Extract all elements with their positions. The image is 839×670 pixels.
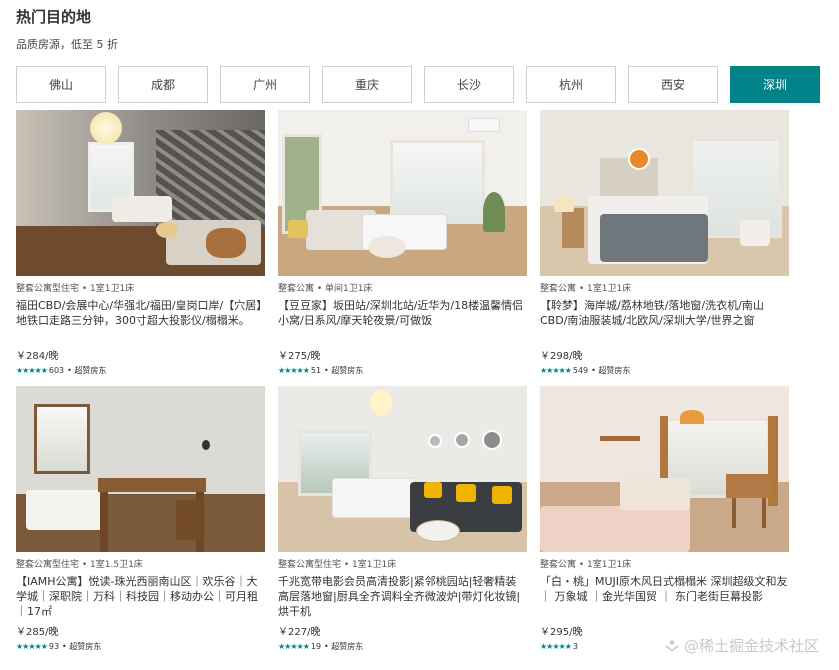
listing-price: ￥227/晚 — [278, 627, 321, 638]
listing-meta: 整套公寓型住宅 • 1室1卫1床 — [278, 560, 397, 570]
page-title: 热门目的地 — [16, 8, 92, 26]
city-tabs: 佛山 成都 广州 重庆 长沙 杭州 西安 深圳 — [16, 66, 820, 103]
page-subtitle: 品质房源，低至 5 折 — [16, 38, 118, 51]
listing-photo[interactable] — [278, 386, 527, 552]
listing-title[interactable]: 「白・桃」MUJI原木风日式榻榻米 深圳超级文和友 ｜ 万象城 ｜金光华国贸 ｜… — [540, 574, 789, 619]
tab-xian[interactable]: 西安 — [628, 66, 718, 103]
host-badge: • 超赞房东 — [324, 641, 364, 651]
listing-rating: ★★★★★ 93 • 超赞房东 — [16, 641, 265, 651]
tab-chongqing[interactable]: 重庆 — [322, 66, 412, 103]
listing-price: ￥284/晚 — [16, 351, 59, 362]
listing-card[interactable]: 整套公寓型住宅 • 1室1.5卫1床 【IAMH公寓】悦读-珠光西丽南山区｜欢乐… — [16, 386, 265, 662]
host-badge: • 超赞房东 — [324, 365, 364, 375]
listing-meta: 整套公寓型住宅 • 1室1卫1床 — [16, 284, 135, 294]
tab-foshan[interactable]: 佛山 — [16, 66, 106, 103]
listing-card[interactable]: 整套公寓 • 1室1卫1床 「白・桃」MUJI原木风日式榻榻米 深圳超级文和友 … — [540, 386, 789, 662]
listing-title[interactable]: 【聆梦】海岸城/荔林地铁/落地窗/洗衣机/南山CBD/南油服装城/北欧风/深圳大… — [540, 298, 789, 343]
review-count: 19 — [310, 641, 322, 651]
rating-stars-icon: ★★★★★ — [16, 365, 48, 375]
listing-title[interactable]: 千兆宽带电影会员高清投影|紧邻桃园站|轻奢精装高层落地窗|厨具全齐调料全齐微波炉… — [278, 574, 527, 619]
tab-hangzhou[interactable]: 杭州 — [526, 66, 616, 103]
tab-guangzhou[interactable]: 广州 — [220, 66, 310, 103]
tab-chengdu[interactable]: 成都 — [118, 66, 208, 103]
rating-stars-icon: ★★★★★ — [278, 641, 310, 651]
listing-title[interactable]: 【IAMH公寓】悦读-珠光西丽南山区｜欢乐谷｜大学城｜深职院｜万科｜科技园｜移动… — [16, 574, 265, 619]
listing-meta: 整套公寓型住宅 • 1室1.5卫1床 — [16, 560, 143, 570]
host-badge: • 超赞房东 — [67, 365, 107, 375]
listing-grid: 整套公寓型住宅 • 1室1卫1床 福田CBD/会展中心/华强北/福田/皇岗口岸/… — [16, 110, 789, 662]
listing-photo[interactable] — [540, 386, 789, 552]
review-count: 3 — [572, 641, 578, 651]
watermark-text: @稀土掘金技术社区 — [683, 637, 819, 655]
review-count: 93 — [48, 641, 60, 651]
juejin-logo-icon — [665, 639, 678, 651]
listing-rating: ★★★★★ 51 • 超赞房东 — [278, 365, 527, 375]
review-count: 549 — [572, 365, 589, 375]
host-badge: • 超赞房东 — [62, 641, 102, 651]
listing-price: ￥275/晚 — [278, 351, 321, 362]
listing-meta: 整套公寓 • 单间1卫1床 — [278, 284, 373, 294]
listing-rating: ★★★★★ 19 • 超赞房东 — [278, 641, 527, 651]
listing-photo[interactable] — [16, 110, 265, 276]
tab-shenzhen[interactable]: 深圳 — [730, 66, 820, 103]
listing-photo[interactable] — [16, 386, 265, 552]
listing-card[interactable]: 整套公寓型住宅 • 1室1卫1床 千兆宽带电影会员高清投影|紧邻桃园站|轻奢精装… — [278, 386, 527, 662]
review-count: 51 — [310, 365, 322, 375]
listing-photo[interactable] — [278, 110, 527, 276]
listing-title[interactable]: 【豆豆家】坂田站/深圳北站/近华为/18楼温馨情侣小窝/日系风/摩天轮夜景/可做… — [278, 298, 527, 343]
listing-photo[interactable] — [540, 110, 789, 276]
rating-stars-icon: ★★★★★ — [278, 365, 310, 375]
listing-card[interactable]: 整套公寓 • 1室1卫1床 【聆梦】海岸城/荔林地铁/落地窗/洗衣机/南山CBD… — [540, 110, 789, 386]
listing-price: ￥285/晚 — [16, 627, 59, 638]
listing-card[interactable]: 整套公寓型住宅 • 1室1卫1床 福田CBD/会展中心/华强北/福田/皇岗口岸/… — [16, 110, 265, 386]
listing-price: ￥298/晚 — [540, 351, 583, 362]
tab-changsha[interactable]: 长沙 — [424, 66, 514, 103]
rating-stars-icon: ★★★★★ — [540, 365, 572, 375]
listing-card[interactable]: 整套公寓 • 单间1卫1床 【豆豆家】坂田站/深圳北站/近华为/18楼温馨情侣小… — [278, 110, 527, 386]
watermark: @稀土掘金技术社区 — [664, 635, 819, 656]
listing-rating: ★★★★★ 549 • 超赞房东 — [540, 365, 789, 375]
review-count: 603 — [48, 365, 65, 375]
rating-stars-icon: ★★★★★ — [16, 641, 48, 651]
rating-stars-icon: ★★★★★ — [540, 641, 572, 651]
listing-meta: 整套公寓 • 1室1卫1床 — [540, 284, 632, 294]
host-badge: • 超赞房东 — [591, 365, 631, 375]
listing-title[interactable]: 福田CBD/会展中心/华强北/福田/皇岗口岸/【穴居】地铁口走路三分钟，300寸… — [16, 298, 265, 343]
listing-meta: 整套公寓 • 1室1卫1床 — [540, 560, 632, 570]
listing-rating: ★★★★★ 603 • 超赞房东 — [16, 365, 265, 375]
